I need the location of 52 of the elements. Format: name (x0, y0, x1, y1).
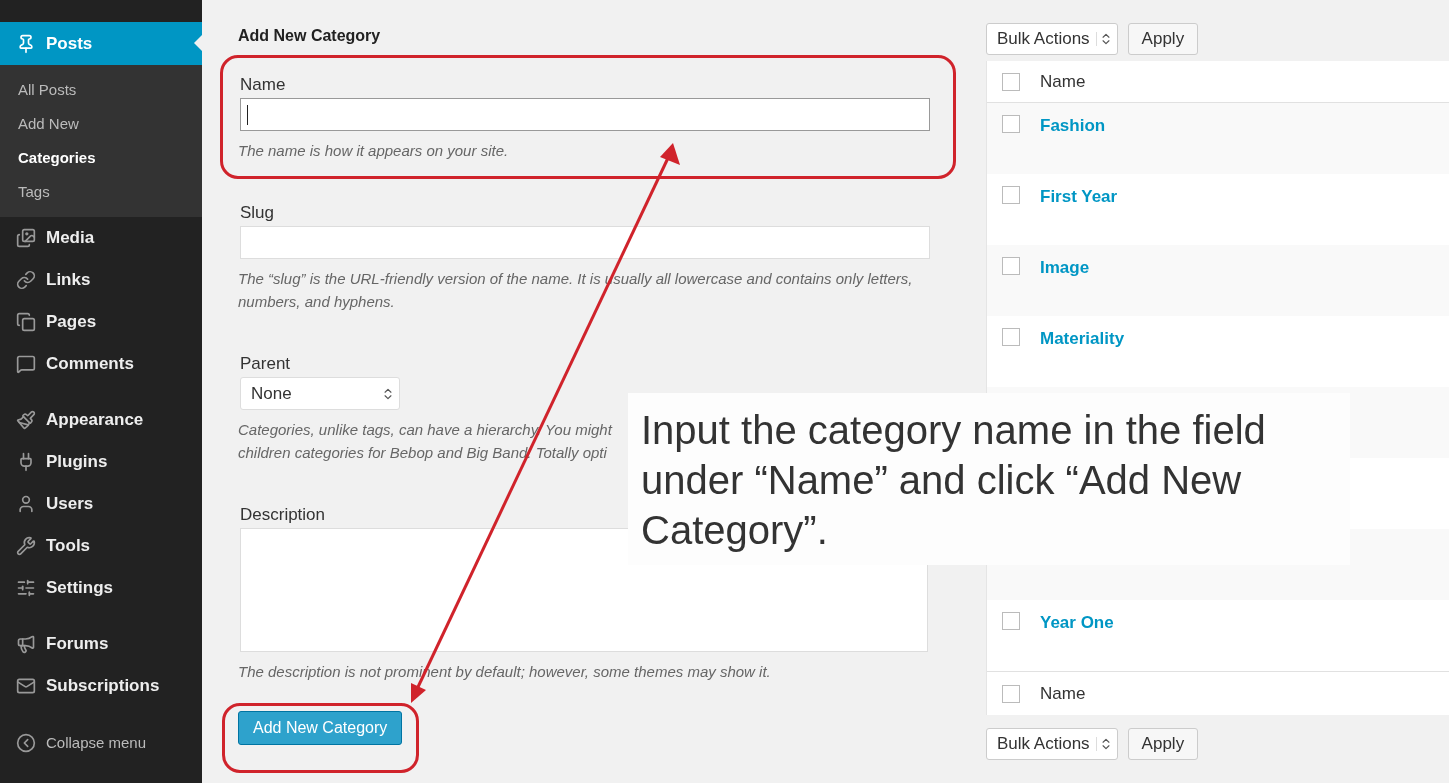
wrench-icon (16, 536, 36, 556)
sidebar-item[interactable]: Media (0, 217, 202, 259)
sidebar-item[interactable]: Settings (0, 567, 202, 609)
sidebar-item[interactable]: Appearance (0, 399, 202, 441)
bulk-actions-select[interactable]: Bulk Actions (986, 23, 1118, 55)
submenu-item[interactable]: Tags (0, 175, 202, 209)
submenu-item[interactable]: Categories (0, 141, 202, 175)
checkbox[interactable] (1002, 328, 1020, 346)
apply-button[interactable]: Apply (1127, 728, 1199, 760)
column-header[interactable]: Name (1040, 680, 1086, 707)
submenu-item[interactable]: All Posts (0, 73, 202, 107)
apply-button[interactable]: Apply (1127, 23, 1199, 55)
text-cursor (247, 104, 248, 125)
sidebar-item[interactable]: Forums (0, 623, 202, 665)
sidebar-item[interactable]: Links (0, 259, 202, 301)
field-label: Parent (240, 353, 291, 373)
sidebar-item[interactable]: Subscriptions (0, 665, 202, 707)
sidebar-item[interactable]: Users (0, 483, 202, 525)
pin-icon (16, 33, 36, 54)
pages-icon (16, 312, 36, 332)
megaphone-icon (16, 634, 36, 654)
field-label: Name (240, 74, 286, 94)
sidebar-item[interactable]: Plugins (0, 441, 202, 483)
sidebar-item[interactable]: Comments (0, 343, 202, 385)
collapse-icon (16, 733, 36, 753)
instruction-callout-tooltip: Input the category name in the field under “Name” and click “Add New Category”. (628, 393, 1350, 565)
checkbox[interactable] (1002, 257, 1020, 275)
text-field[interactable] (240, 98, 930, 131)
column-header[interactable]: Name (1040, 68, 1086, 95)
field-hint: The name is how it appears on your site. (238, 141, 509, 161)
checkbox[interactable] (1002, 186, 1020, 204)
form-heading: Add New Category (238, 26, 382, 46)
sliders-icon (16, 578, 36, 598)
parent-select[interactable]: None (240, 377, 400, 410)
checkbox[interactable] (1002, 72, 1020, 91)
envelope-icon (16, 676, 36, 696)
media-icon (16, 228, 36, 248)
checkbox[interactable] (1002, 684, 1020, 703)
pointer-notch-icon (194, 35, 202, 51)
speech-bubble-icon (16, 354, 36, 374)
field-label: Description (240, 504, 326, 524)
submenu-item[interactable]: Add New (0, 107, 202, 141)
collapse-menu-button[interactable]: Collapse menu (0, 725, 202, 761)
sidebar-item[interactable]: Pages (0, 301, 202, 343)
field-label: Slug (240, 202, 275, 222)
checkbox[interactable] (1002, 612, 1020, 630)
sidebar-item[interactable]: Tools (0, 525, 202, 567)
user-icon (16, 494, 36, 514)
paintbrush-icon (16, 410, 36, 430)
checkbox[interactable] (1002, 115, 1020, 133)
bulk-actions-select[interactable]: Bulk Actions (986, 728, 1118, 760)
link-icon (16, 270, 36, 290)
